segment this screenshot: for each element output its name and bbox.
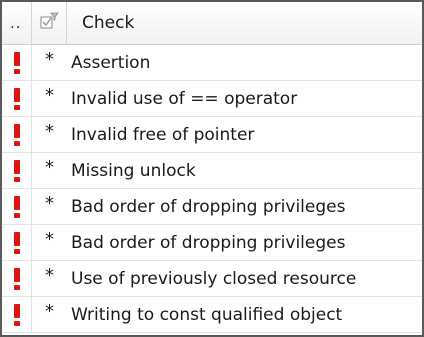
- table-row[interactable]: * Use of previously closed resource: [2, 261, 422, 297]
- error-exclamation-icon: [13, 267, 20, 290]
- error-exclamation-icon: [13, 195, 20, 218]
- error-exclamation-icon: [13, 87, 20, 110]
- check-name: Assertion: [71, 52, 151, 73]
- table-row[interactable]: * Writing to const qualified object: [2, 297, 422, 333]
- table-row[interactable]: * Invalid free of pointer: [2, 117, 422, 153]
- table-row[interactable]: * Bad order of dropping privileges: [2, 225, 422, 261]
- severity-cell: [2, 81, 32, 116]
- new-marker: *: [45, 49, 54, 70]
- table-row[interactable]: * Invalid use of == operator: [2, 81, 422, 117]
- new-marker: *: [45, 229, 54, 250]
- error-exclamation-icon: [13, 123, 20, 146]
- table-row[interactable]: * Bad order of dropping privileges: [2, 189, 422, 225]
- column-header-check[interactable]: Check: [67, 2, 422, 44]
- severity-cell: [2, 117, 32, 152]
- column-header-more[interactable]: ..: [2, 2, 32, 44]
- column-header-status[interactable]: [32, 2, 67, 44]
- severity-cell: [2, 225, 32, 260]
- check-name: Invalid free of pointer: [71, 124, 255, 145]
- table-row[interactable]: * Assertion: [2, 45, 422, 81]
- severity-cell: [2, 153, 32, 188]
- results-table: .. Check * Assertion * Invalid use of == op…: [0, 0, 424, 337]
- check-name: Use of previously closed resource: [71, 268, 357, 289]
- check-name: Invalid use of == operator: [71, 88, 298, 109]
- check-name: Bad order of dropping privileges: [71, 232, 346, 253]
- severity-cell: [2, 189, 32, 224]
- new-marker: *: [45, 265, 54, 286]
- check-name: Bad order of dropping privileges: [71, 196, 346, 217]
- new-marker: *: [45, 121, 54, 142]
- table-row[interactable]: * Missing unlock: [2, 153, 422, 189]
- table-body: * Assertion * Invalid use of == operator * In…: [2, 45, 422, 333]
- new-marker: *: [45, 301, 54, 322]
- checkbox-filter-icon: [39, 12, 59, 35]
- new-marker: *: [45, 157, 54, 178]
- check-name: Missing unlock: [71, 160, 196, 181]
- severity-cell: [2, 45, 32, 80]
- error-exclamation-icon: [13, 231, 20, 254]
- table-header: .. Check: [2, 2, 422, 45]
- error-exclamation-icon: [13, 303, 20, 326]
- error-exclamation-icon: [13, 51, 20, 74]
- new-marker: *: [45, 193, 54, 214]
- new-marker: *: [45, 85, 54, 106]
- severity-cell: [2, 261, 32, 296]
- check-name: Writing to const qualified object: [71, 304, 343, 325]
- severity-cell: [2, 297, 32, 332]
- error-exclamation-icon: [13, 159, 20, 182]
